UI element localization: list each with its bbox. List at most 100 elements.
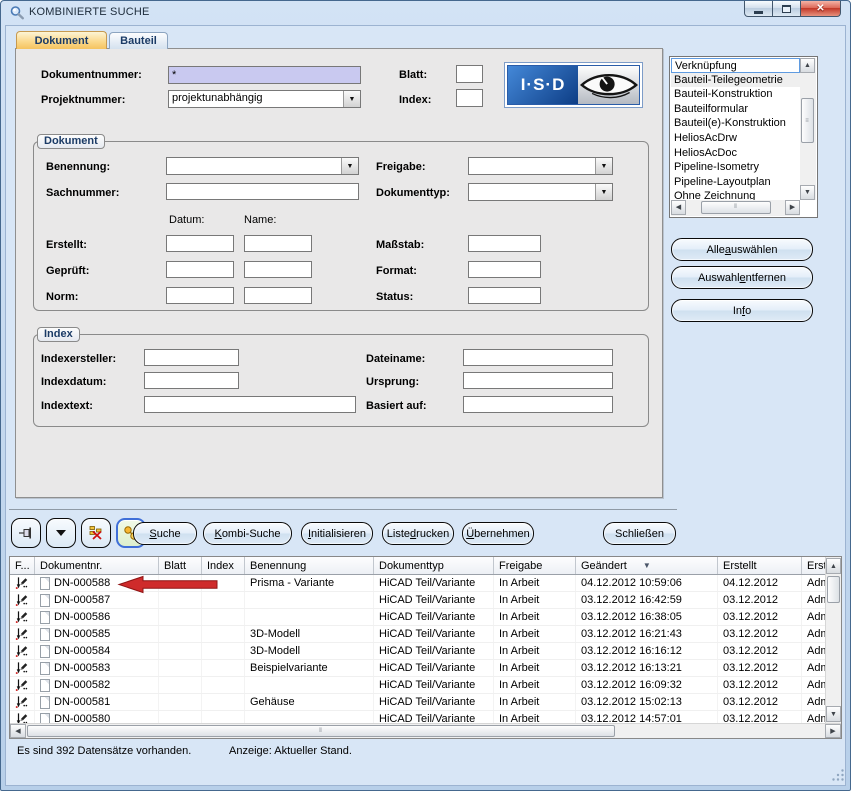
projektnummer-combobox[interactable]: projektunabhängig ▼ (168, 90, 361, 108)
vscroll-thumb[interactable]: ≡ (801, 98, 814, 143)
benennung-label: Benennung: (46, 161, 110, 173)
chevron-down-icon[interactable]: ▼ (341, 158, 358, 174)
column-header[interactable]: Benennung (245, 557, 374, 574)
table-row[interactable]: DN-000580HiCAD Teil/VarianteIn Arbeit03.… (10, 711, 825, 723)
table-cell: DN-000582 (35, 677, 159, 693)
dokumentnummer-input[interactable] (168, 66, 361, 84)
auswahl-entfernen-button[interactable]: Auswahl entfernen (671, 266, 813, 289)
scroll-down-icon[interactable]: ▼ (826, 706, 841, 722)
column-header[interactable]: Freigabe (494, 557, 576, 574)
alle-auswaehlen-button[interactable]: Alle auswählen (671, 238, 813, 261)
table-row[interactable]: DN-0005853D-ModellHiCAD Teil/VarianteIn … (10, 626, 825, 643)
table-cell: HiCAD Teil/Variante (374, 677, 494, 693)
format-input[interactable] (468, 261, 541, 278)
hscroll-thumb[interactable]: ⦀ (27, 725, 615, 737)
link-list-item[interactable]: Bauteil(e)-Konstruktion (671, 116, 800, 131)
erstellt-name-input[interactable] (244, 235, 312, 252)
tab-bauteil[interactable]: Bauteil (109, 32, 168, 49)
link-list-item[interactable]: Bauteil-Teilegeometrie (671, 73, 800, 88)
initialisieren-button[interactable]: Initialisieren (301, 522, 373, 545)
ursprung-input[interactable] (463, 372, 613, 389)
column-header[interactable]: Index (202, 557, 245, 574)
column-header[interactable]: F... (10, 557, 35, 574)
table-row[interactable]: DN-000581GehäuseHiCAD Teil/VarianteIn Ar… (10, 694, 825, 711)
dateiname-input[interactable] (463, 349, 613, 366)
link-list-item[interactable]: HeliosAcDrw (671, 131, 800, 146)
norm-datum-input[interactable] (166, 287, 234, 304)
link-list-item[interactable]: Bauteilformular (671, 102, 800, 117)
close-window-button[interactable]: ✕ (800, 1, 841, 17)
basiert-auf-input[interactable] (463, 396, 613, 413)
minimize-button[interactable] (744, 1, 773, 17)
schliessen-button[interactable]: Schließen (603, 522, 676, 545)
info-button[interactable]: Info (671, 299, 813, 322)
scroll-right-icon[interactable]: ▶ (825, 724, 841, 738)
column-header[interactable]: Erstellt (718, 557, 802, 574)
massstab-input[interactable] (468, 235, 541, 252)
benennung-combobox[interactable]: ▼ (166, 157, 359, 175)
indexersteller-input[interactable] (144, 349, 239, 366)
status-input[interactable] (468, 287, 541, 304)
suche-button[interactable]: Suche (133, 522, 197, 545)
erstellt-datum-input[interactable] (166, 235, 234, 252)
table-cell (10, 660, 35, 676)
column-header[interactable]: Dokumentnr. (35, 557, 159, 574)
chevron-down-icon[interactable]: ▼ (595, 184, 612, 200)
column-header[interactable]: Geändert▼ (576, 557, 718, 574)
table-cell: 03.12.2012 16:16:12 (576, 643, 718, 659)
dropdown-arrow-button[interactable] (46, 518, 76, 548)
indexdatum-input[interactable] (144, 372, 239, 389)
titlebar[interactable]: KOMBINIERTE SUCHE ✕ (1, 1, 850, 25)
minimize-icon (754, 11, 763, 14)
link-list-item[interactable]: Verknüpfung (671, 58, 800, 73)
resize-grip[interactable] (831, 768, 845, 785)
scroll-right-icon[interactable]: ▶ (785, 200, 800, 215)
blatt-input[interactable] (456, 65, 483, 83)
geprueft-datum-input[interactable] (166, 261, 234, 278)
link-list-item[interactable]: Bauteil-Konstruktion (671, 87, 800, 102)
table-row[interactable]: DN-000583BeispielvarianteHiCAD Teil/Vari… (10, 660, 825, 677)
scroll-up-icon[interactable]: ▲ (800, 58, 815, 73)
table-cell (10, 626, 35, 642)
scroll-down-icon[interactable]: ▼ (800, 185, 815, 200)
results-hscrollbar[interactable]: ◀ ⦀ ▶ (10, 723, 841, 738)
uebernehmen-button[interactable]: Übernehmen (462, 522, 534, 545)
table-row[interactable]: DN-0005843D-ModellHiCAD Teil/VarianteIn … (10, 643, 825, 660)
table-cell: DN-000584 (35, 643, 159, 659)
table-row[interactable]: DN-000586HiCAD Teil/VarianteIn Arbeit03.… (10, 609, 825, 626)
tab-dokument[interactable]: Dokument (16, 31, 107, 49)
norm-name-input[interactable] (244, 287, 312, 304)
dokumenttyp-combobox[interactable]: ▼ (468, 183, 613, 201)
scroll-left-icon[interactable]: ◀ (671, 200, 686, 215)
link-list-item[interactable]: Pipeline-Layoutplan (671, 175, 800, 190)
table-row[interactable]: DN-000582HiCAD Teil/VarianteIn Arbeit03.… (10, 677, 825, 694)
remove-list-button[interactable] (81, 518, 111, 548)
freigabe-combobox[interactable]: ▼ (468, 157, 613, 175)
index-input[interactable] (456, 89, 483, 107)
liste-drucken-button[interactable]: Liste drucken (382, 522, 454, 545)
geprueft-name-input[interactable] (244, 261, 312, 278)
link-list-item[interactable]: Ohne Zeichnung (671, 189, 800, 200)
kombi-suche-button[interactable]: Kombi-Suche (203, 522, 292, 545)
scroll-left-icon[interactable]: ◀ (10, 724, 26, 738)
results-vscrollbar[interactable]: ▲ ▼ (825, 557, 841, 723)
hscroll-thumb[interactable]: ⦀ (701, 201, 771, 214)
link-list-item[interactable]: HeliosAcDoc (671, 146, 800, 161)
chevron-down-icon[interactable]: ▼ (595, 158, 612, 174)
table-cell: DN-000586 (35, 609, 159, 625)
link-list-hscrollbar[interactable]: ◀ ⦀ ▶ (671, 200, 800, 216)
link-list-vscrollbar[interactable]: ▲ ≡ ▼ (800, 58, 816, 200)
maximize-button[interactable] (773, 1, 800, 17)
scroll-up-icon[interactable]: ▲ (826, 558, 841, 574)
indextext-label: Indextext: (41, 400, 93, 412)
link-list-item[interactable]: Pipeline-Isometry (671, 160, 800, 175)
chevron-down-icon[interactable]: ▼ (343, 91, 360, 107)
indextext-input[interactable] (144, 396, 356, 413)
sachnummer-input[interactable] (166, 183, 359, 200)
column-header[interactable]: Dokumenttyp (374, 557, 494, 574)
pin-icon-button[interactable] (11, 518, 41, 548)
vscroll-thumb[interactable] (827, 576, 840, 603)
column-header[interactable]: Blatt (159, 557, 202, 574)
workflow-status-icon (15, 593, 29, 608)
kombinierte-suche-window: KOMBINIERTE SUCHE ✕ Dokument Bauteil Dok… (0, 0, 851, 791)
